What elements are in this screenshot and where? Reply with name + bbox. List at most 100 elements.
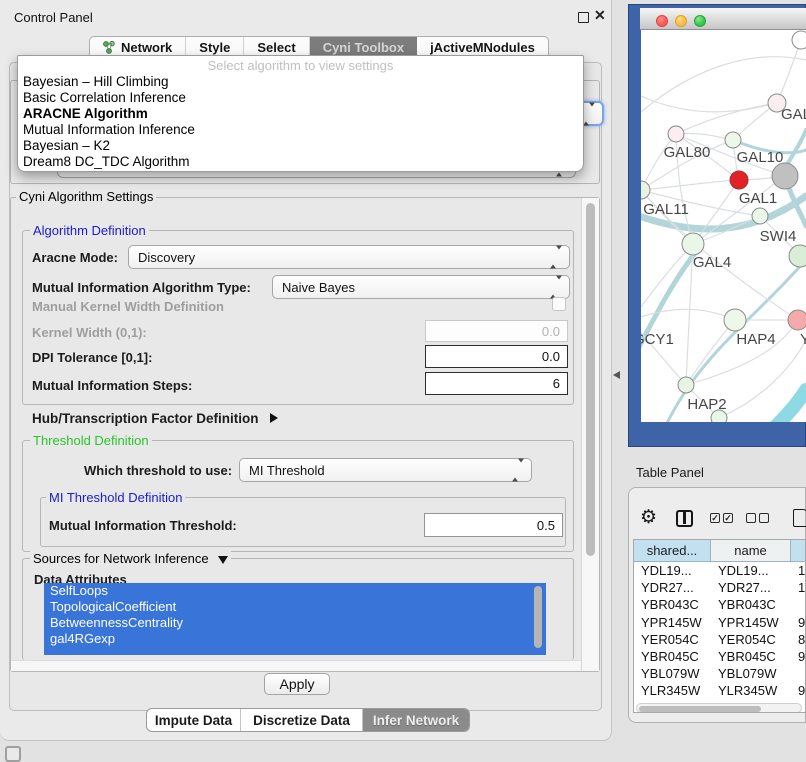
node-label: HAP2 xyxy=(687,396,726,413)
network-node-gal80[interactable] xyxy=(668,126,684,142)
table-row[interactable]: YBR045CYBR045C9. xyxy=(634,648,806,665)
network-node-hap4[interactable] xyxy=(724,309,746,331)
attribute-list-item[interactable]: TopologicalCoefficient xyxy=(44,599,546,615)
table-panel-title: Table Panel xyxy=(636,465,704,480)
sources-group-title[interactable]: Sources for Network Inference xyxy=(30,551,231,566)
attribute-list-item[interactable]: SelfLoops xyxy=(44,583,546,599)
network-edge[interactable] xyxy=(686,320,798,385)
manual-kernel-checkbox[interactable] xyxy=(552,297,566,311)
mi-type-value: Naive Bayes xyxy=(282,280,355,295)
settings-scrollbar-thumb[interactable] xyxy=(586,203,595,556)
table-row[interactable]: YBL079WYBL079W xyxy=(634,665,806,682)
gear-icon[interactable]: ⚙ xyxy=(640,505,657,531)
dropdown-item[interactable]: Basic Correlation Inference xyxy=(18,90,583,106)
algorithm-definition-title: Algorithm Definition xyxy=(30,223,149,238)
table-hscrollbar[interactable] xyxy=(636,703,802,713)
close-traffic-icon[interactable] xyxy=(656,15,668,27)
table-cell: 12 xyxy=(791,579,806,596)
columns-icon[interactable] xyxy=(676,510,693,527)
attribute-list-item[interactable]: gal4RGexp xyxy=(44,631,546,647)
network-edge[interactable] xyxy=(641,96,777,112)
node-table[interactable]: shared...nameA YDL19...YDL19...13YDR27..… xyxy=(633,539,806,713)
table-cell: YDR27... xyxy=(634,579,711,596)
node-label: GAL4 xyxy=(693,254,731,271)
settings-scrollbar[interactable] xyxy=(581,198,599,671)
unchecked-checkbox-icon[interactable] xyxy=(746,513,756,523)
attributes-scrollbar-thumb[interactable] xyxy=(534,586,542,648)
mi-type-combobox[interactable]: Naive Bayes xyxy=(272,275,570,299)
stepper-arrows-icon xyxy=(550,250,562,265)
attribute-list-item[interactable]: BetweennessCentrality xyxy=(44,615,546,631)
checked-checkbox-icon[interactable]: ✓ xyxy=(710,513,720,523)
table-row[interactable]: YDR27...YDR27...12 xyxy=(634,579,806,596)
network-edge[interactable] xyxy=(752,390,806,422)
column-header-name[interactable]: name xyxy=(711,540,791,562)
network-edge[interactable] xyxy=(686,320,735,385)
network-edge[interactable] xyxy=(693,180,739,244)
unchecked-checkbox-icon[interactable] xyxy=(759,513,769,523)
table-row[interactable]: YPR145WYPR145W9. xyxy=(634,614,806,631)
network-window-titlebar[interactable] xyxy=(640,8,806,30)
network-node-gal10[interactable] xyxy=(725,132,741,148)
zoom-traffic-icon[interactable] xyxy=(694,15,706,27)
network-edge[interactable] xyxy=(676,133,733,140)
network-edge[interactable] xyxy=(641,180,739,190)
which-threshold-value: MI Threshold xyxy=(249,463,325,478)
dropdown-item[interactable]: Dream8 DC_TDC Algorithm xyxy=(18,154,583,170)
tab-infer-network[interactable]: Infer Network xyxy=(363,709,469,731)
table-row[interactable]: YIL052CYIL052C9. xyxy=(634,700,806,703)
aracne-mode-combobox[interactable]: Discovery xyxy=(128,245,570,269)
apply-button-label: Apply xyxy=(279,676,314,692)
dropdown-item[interactable]: Bayesian – Hill Climbing xyxy=(18,74,583,90)
network-node-y[interactable] xyxy=(788,310,806,330)
node-label: GAL10 xyxy=(737,149,784,166)
table-row[interactable]: YDL19...YDL19...13 xyxy=(634,562,806,579)
network-node[interactable] xyxy=(792,31,806,49)
table-row[interactable]: YER054CYER054C8. xyxy=(634,631,806,648)
data-attributes-list[interactable]: SelfLoopsTopologicalCoefficientBetweenne… xyxy=(44,583,546,655)
float-window-icon[interactable] xyxy=(578,12,589,23)
import-table-icon[interactable] xyxy=(793,509,806,527)
checked-checkbox-icon[interactable]: ✓ xyxy=(723,513,733,523)
table-cell: YBR045C xyxy=(634,648,711,665)
table-cell: YPR145W xyxy=(634,614,711,631)
network-edge[interactable] xyxy=(655,264,802,422)
network-canvas[interactable]: GALGAL80GAL10GAL1GAL11SWI4GAL4GCY1HAP4YH… xyxy=(641,30,806,422)
network-edge[interactable] xyxy=(676,103,777,134)
tab-discretize-data[interactable]: Discretize Data xyxy=(241,709,363,731)
table-row[interactable]: YLR345WYLR345W9. xyxy=(634,682,806,699)
which-threshold-combobox[interactable]: MI Threshold xyxy=(239,458,532,482)
close-icon[interactable]: ✕ xyxy=(594,7,606,24)
network-edge[interactable] xyxy=(641,134,676,190)
mi-steps-field[interactable]: 6 xyxy=(425,372,568,395)
network-node[interactable] xyxy=(789,245,806,267)
column-header-a[interactable]: A xyxy=(791,540,806,562)
network-edge[interactable] xyxy=(788,130,806,163)
dropdown-item[interactable]: Mutual Information Inference xyxy=(18,122,583,138)
tray-icon[interactable] xyxy=(5,746,21,762)
control-panel-title: Control Panel xyxy=(14,10,93,25)
apply-button[interactable]: Apply xyxy=(264,673,330,695)
table-row[interactable]: YBR043CYBR043C xyxy=(634,596,806,613)
settings-hscrollbar[interactable] xyxy=(11,660,581,671)
aracne-mode-label: Aracne Mode: xyxy=(32,250,118,265)
tab-impute-data[interactable]: Impute Data xyxy=(147,709,241,731)
network-node-swi4[interactable] xyxy=(752,208,768,224)
kernel-width-field[interactable]: 0.0 xyxy=(425,320,568,342)
network-node-gal4[interactable] xyxy=(682,233,704,255)
network-node[interactable] xyxy=(772,163,798,189)
network-edge[interactable] xyxy=(777,40,801,103)
dropdown-hint: Select algorithm to view settings xyxy=(18,58,583,74)
network-node-hap2[interactable] xyxy=(678,377,694,393)
dropdown-item[interactable]: Bayesian – K2 xyxy=(18,138,583,154)
network-edge[interactable] xyxy=(641,244,693,320)
mi-threshold-field[interactable]: 0.5 xyxy=(424,513,563,537)
hub-definition-toggle[interactable]: Hub/Transcription Factor Definition xyxy=(32,411,278,426)
dpi-tolerance-field[interactable]: 0.0 xyxy=(425,345,568,368)
dropdown-item[interactable]: ARACNE Algorithm xyxy=(18,106,583,122)
network-node-gal1[interactable] xyxy=(730,171,748,189)
column-header-shared-[interactable]: shared... xyxy=(634,540,711,562)
network-node-gal11[interactable] xyxy=(641,181,650,199)
table-hscrollbar-thumb[interactable] xyxy=(639,706,761,712)
minimize-traffic-icon[interactable] xyxy=(675,15,687,27)
